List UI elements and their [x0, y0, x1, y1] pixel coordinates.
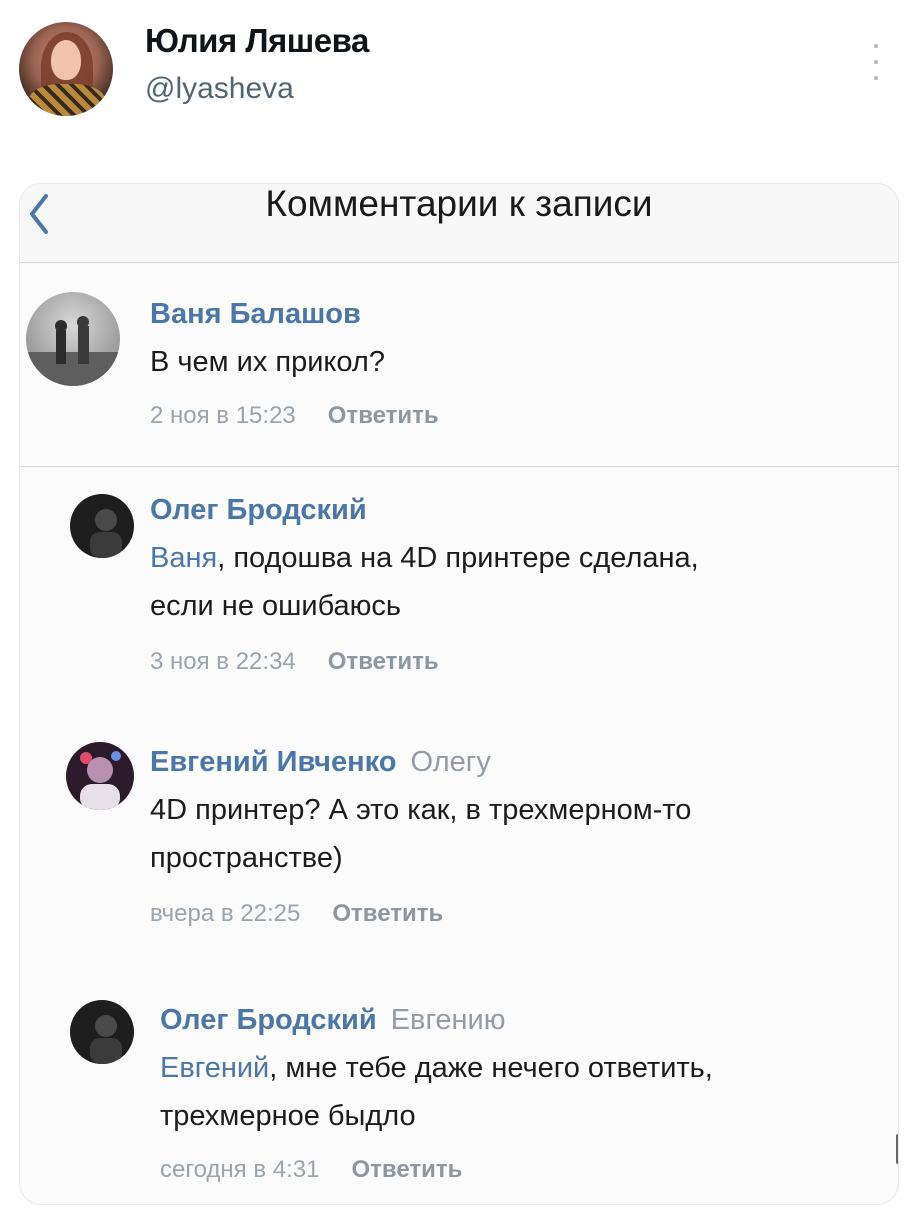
comment-text: Ваня, подошва на 4D принтере сделана, ес…: [150, 534, 890, 630]
comment-meta: вчера в 22:25 Ответить: [150, 900, 443, 928]
comment-item: Олег Бродский Ваня, подошва на 4D принте…: [20, 466, 898, 724]
edge-mark: [896, 1134, 898, 1164]
author-avatar[interactable]: [19, 22, 113, 116]
comment-author-name[interactable]: Олег Бродский: [150, 494, 367, 526]
comment-timestamp: 3 ноя в 22:34: [150, 648, 296, 675]
commenter-avatar[interactable]: [66, 742, 134, 810]
comment-author[interactable]: Олег Бродский Евгению: [160, 1004, 506, 1037]
comment-author-name[interactable]: Ваня Балашов: [150, 298, 361, 330]
comment-item: Ваня Балашов В чем их прикол? 2 ноя в 15…: [20, 262, 898, 466]
comment-mention[interactable]: Ваня: [150, 542, 217, 574]
nav-bar: Комментарии к записи: [20, 184, 898, 262]
comment-author[interactable]: Олег Бродский: [150, 494, 367, 527]
comment-meta: сегодня в 4:31 Ответить: [160, 1156, 462, 1184]
comment-text: В чем их прикол?: [150, 338, 385, 386]
comment-text: Евгений, мне тебе даже нечего ответить, …: [160, 1044, 896, 1140]
comment-text-line: трехмерное быдло: [160, 1100, 416, 1132]
more-vertical-icon[interactable]: [868, 44, 884, 80]
commenter-avatar[interactable]: [70, 494, 134, 558]
comment-text-line: , мне тебе даже нечего ответить,: [269, 1052, 713, 1084]
comment-text-line: если не ошибаюсь: [150, 590, 402, 622]
reply-button[interactable]: Ответить: [328, 402, 439, 429]
comment-meta: 2 ноя в 15:23 Ответить: [150, 402, 439, 430]
page-title: Комментарии к записи: [265, 183, 653, 224]
author-name[interactable]: Юлия Ляшева: [145, 22, 369, 60]
comment-item: Олег Бродский Евгению Евгений, мне тебе д…: [20, 984, 898, 1204]
comment-item: Евгений Ивченко Олегу 4D принтер? А это к…: [20, 724, 898, 984]
reply-button[interactable]: Ответить: [328, 648, 439, 675]
comment-text-line: В чем их прикол?: [150, 346, 385, 378]
tweet-header: Юлия Ляшева @lyasheva: [0, 0, 916, 150]
comment-author-name[interactable]: Олег Бродский: [160, 1004, 377, 1036]
commenter-avatar[interactable]: [26, 292, 120, 386]
comment-author-name[interactable]: Евгений Ивченко: [150, 746, 397, 778]
comment-timestamp: вчера в 22:25: [150, 900, 301, 927]
comment-meta: 3 ноя в 22:34 Ответить: [150, 648, 439, 676]
comment-timestamp: сегодня в 4:31: [160, 1156, 320, 1183]
comment-text-line: пространстве): [150, 842, 343, 874]
reply-button[interactable]: Ответить: [351, 1156, 462, 1183]
comment-text: 4D принтер? А это как, в трехмерном-то п…: [150, 786, 890, 882]
comment-mention[interactable]: Евгений: [160, 1052, 269, 1084]
comment-text-line: 4D принтер? А это как, в трехмерном-то: [150, 794, 692, 826]
author-handle[interactable]: @lyasheva: [145, 72, 294, 106]
comment-timestamp: 2 ноя в 15:23: [150, 402, 296, 429]
comment-author[interactable]: Евгений Ивченко Олегу: [150, 746, 491, 779]
comment-author[interactable]: Ваня Балашов: [150, 298, 361, 331]
tweet-image[interactable]: Комментарии к записи Ваня Балашов В чем …: [19, 183, 899, 1205]
comment-text-line: , подошва на 4D принтере сделана,: [217, 542, 699, 574]
commenter-avatar[interactable]: [70, 1000, 134, 1064]
reply-to-label[interactable]: Олегу: [411, 746, 491, 778]
reply-to-label[interactable]: Евгению: [391, 1004, 506, 1036]
reply-button[interactable]: Ответить: [332, 900, 443, 927]
